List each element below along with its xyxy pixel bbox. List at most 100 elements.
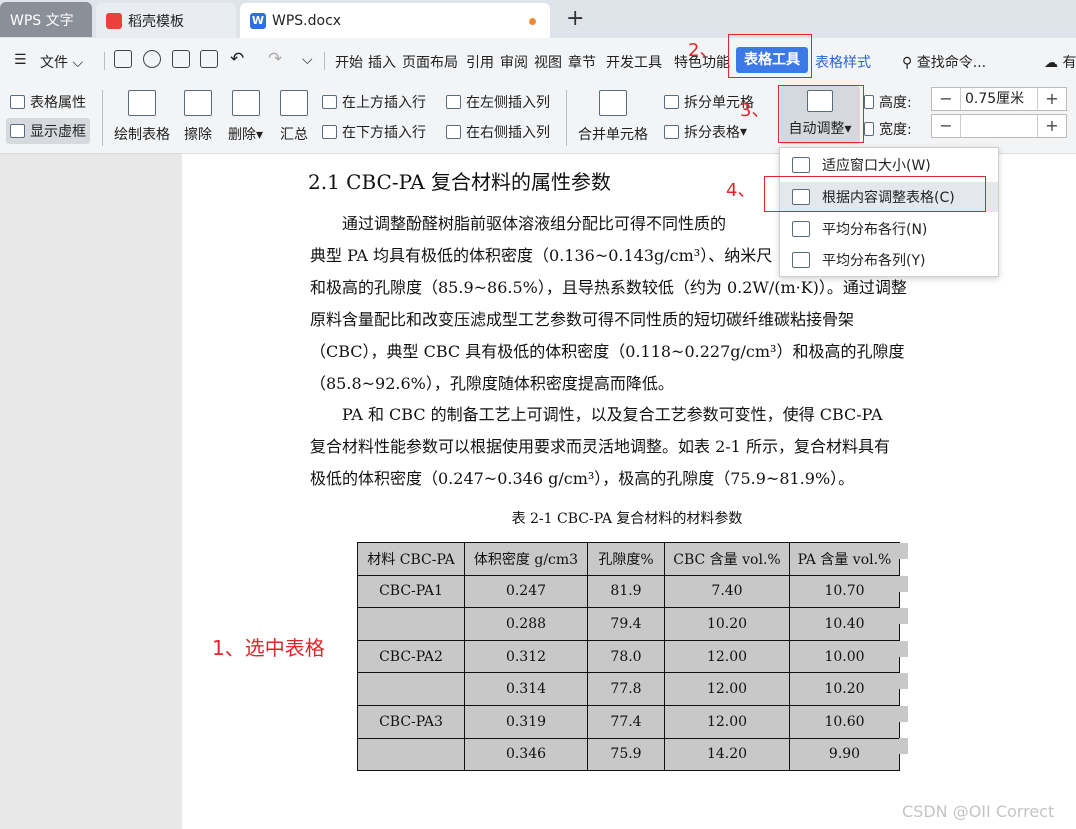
table-properties-button[interactable]: 表格属性 <box>10 92 86 112</box>
table-cell[interactable]: 78.0 <box>587 639 665 674</box>
row-end-marker <box>899 673 908 689</box>
split-table-button[interactable]: 拆分表格 ▾ <box>664 122 747 142</box>
menu-section[interactable]: 章节 <box>568 52 596 72</box>
redo-icon[interactable]: ↷ <box>268 49 282 69</box>
table-cell[interactable]: 10.20 <box>789 672 900 706</box>
increase-height-button[interactable]: + <box>1038 88 1066 110</box>
increase-width-button[interactable]: + <box>1038 115 1066 137</box>
table-row[interactable]: CBC-PA3 0.319 77.4 12.00 10.60 <box>357 704 900 739</box>
table-cell[interactable] <box>357 607 465 641</box>
share-icon[interactable] <box>143 50 161 68</box>
summary-button[interactable]: 汇总 <box>280 90 308 144</box>
insert-col-right-label: 在右侧插入列 <box>466 125 550 141</box>
table-cell[interactable]: 79.4 <box>587 607 665 641</box>
hamburger-menu-icon[interactable]: ☰ <box>14 52 27 68</box>
table-header-row: 材料 CBC-PA 体积密度 g/cm3 孔隙度% CBC 含量 vol.% P… <box>357 542 900 576</box>
new-tab-icon[interactable]: + <box>566 6 584 31</box>
annotation-step2: 2、 <box>688 40 718 61</box>
material-params-table[interactable]: 材料 CBC-PA 体积密度 g/cm3 孔隙度% CBC 含量 vol.% P… <box>357 542 900 772</box>
draw-table-button[interactable]: 绘制表格 <box>114 90 170 144</box>
print-icon[interactable] <box>172 50 190 68</box>
table-cell[interactable]: 77.4 <box>587 704 665 739</box>
column-header: CBC 含量 vol.% <box>664 542 790 576</box>
menu-item-distribute-rows[interactable]: 平均分布各行(N) <box>780 214 998 244</box>
menu-review[interactable]: 审阅 <box>500 52 528 72</box>
table-cell[interactable]: 0.346 <box>464 737 588 772</box>
decrease-height-button[interactable]: − <box>932 88 960 110</box>
table-cell[interactable]: CBC-PA1 <box>357 574 465 609</box>
delete-table-icon <box>231 90 260 116</box>
print-preview-icon[interactable] <box>200 50 218 68</box>
menu-table-style[interactable]: 表格样式 <box>815 52 871 72</box>
table-cell[interactable]: 10.20 <box>664 607 790 641</box>
menu-home[interactable]: 开始 <box>335 52 363 72</box>
table-cell[interactable] <box>357 737 465 772</box>
row-end-marker <box>899 738 908 754</box>
table-cell[interactable]: 10.60 <box>789 704 900 739</box>
table-row[interactable]: 0.346 75.9 14.20 9.90 <box>357 737 900 772</box>
menu-page-layout[interactable]: 页面布局 <box>402 52 458 72</box>
tab-label: 稻壳模板 <box>128 13 184 30</box>
tab-wps-docx[interactable]: W WPS.docx <box>240 3 550 38</box>
table-cell[interactable]: 9.90 <box>789 737 900 772</box>
col-width-input[interactable] <box>960 115 1038 137</box>
table-cell[interactable]: 81.9 <box>587 574 665 609</box>
table-row[interactable]: CBC-PA2 0.312 78.0 12.00 10.00 <box>357 639 900 674</box>
menu-developer[interactable]: 开发工具 <box>606 52 662 72</box>
table-cell[interactable]: 0.314 <box>464 672 588 706</box>
save-icon[interactable] <box>114 50 132 68</box>
table-cell[interactable] <box>357 672 465 706</box>
table-cell[interactable]: 12.00 <box>664 672 790 706</box>
row-end-marker <box>899 543 908 559</box>
erase-button[interactable]: 擦除 <box>184 90 212 144</box>
delete-button[interactable]: 删除▾ <box>228 90 263 144</box>
search-command[interactable]: ⚲ 查找命令... <box>902 52 986 72</box>
table-properties-label: 表格属性 <box>30 95 86 111</box>
undo-icon[interactable]: ↶ <box>230 49 244 69</box>
insert-row-below-icon <box>322 125 337 139</box>
decrease-width-button[interactable]: − <box>932 115 960 137</box>
section-heading: 2.1 CBC-PA 复合材料的属性参数 <box>308 170 612 194</box>
table-row[interactable]: CBC-PA1 0.247 81.9 7.40 10.70 <box>357 574 900 609</box>
insert-row-below-button[interactable]: 在下方插入行 <box>322 122 426 142</box>
menu-insert[interactable]: 插入 <box>368 52 396 72</box>
col-width-stepper[interactable]: − + <box>931 114 1067 138</box>
table-cell[interactable]: 10.00 <box>789 639 900 674</box>
table-cell[interactable]: 0.319 <box>464 704 588 739</box>
table-cell[interactable]: CBC-PA2 <box>357 639 465 674</box>
annotation-step4: 4、 <box>726 180 756 201</box>
unsaved-dot-icon <box>529 18 536 25</box>
table-cell[interactable]: 0.247 <box>464 574 588 609</box>
table-cell[interactable]: 75.9 <box>587 737 665 772</box>
table-cell[interactable]: 14.20 <box>664 737 790 772</box>
table-cell[interactable]: CBC-PA3 <box>357 704 465 739</box>
search-icon: ⚲ <box>902 55 913 71</box>
table-cell[interactable]: 10.70 <box>789 574 900 609</box>
tab-wps-writer[interactable]: WPS 文字 <box>0 2 92 37</box>
insert-row-above-button[interactable]: 在上方插入行 <box>322 92 426 112</box>
tab-daoke-template[interactable]: 稻壳模板 <box>96 3 236 38</box>
table-cell[interactable]: 7.40 <box>664 574 790 609</box>
table-cell[interactable]: 10.40 <box>789 607 900 641</box>
insert-col-left-button[interactable]: 在左侧插入列 <box>446 92 550 112</box>
row-height-input[interactable]: 0.75厘米 <box>960 88 1038 110</box>
table-cell[interactable]: 0.288 <box>464 607 588 641</box>
table-cell[interactable]: 77.8 <box>587 672 665 706</box>
split-cells-icon <box>664 95 679 109</box>
menu-references[interactable]: 引用 <box>466 52 494 72</box>
table-cell[interactable]: 12.00 <box>664 639 790 674</box>
table-row[interactable]: 0.288 79.4 10.20 10.40 <box>357 607 900 641</box>
column-header: PA 含量 vol.% <box>789 542 900 576</box>
menu-view[interactable]: 视图 <box>534 52 562 72</box>
quick-access-more-icon[interactable]: ⌵ <box>302 52 313 68</box>
menu-item-distribute-cols[interactable]: 平均分布各列(Y) <box>780 245 998 275</box>
table-cell[interactable]: 0.312 <box>464 639 588 674</box>
insert-col-right-button[interactable]: 在右侧插入列 <box>446 122 550 142</box>
merge-cells-button[interactable]: 合并单元格 <box>578 90 648 144</box>
file-menu[interactable]: 文件 ⌵ <box>40 52 83 72</box>
table-cell[interactable]: 12.00 <box>664 704 790 739</box>
table-row[interactable]: 0.314 77.8 12.00 10.20 <box>357 672 900 706</box>
cloud-icon[interactable]: ☁ 有 <box>1044 52 1076 72</box>
row-height-stepper[interactable]: − 0.75厘米 + <box>931 87 1067 111</box>
show-grid-button[interactable]: 显示虚框 <box>6 118 90 144</box>
